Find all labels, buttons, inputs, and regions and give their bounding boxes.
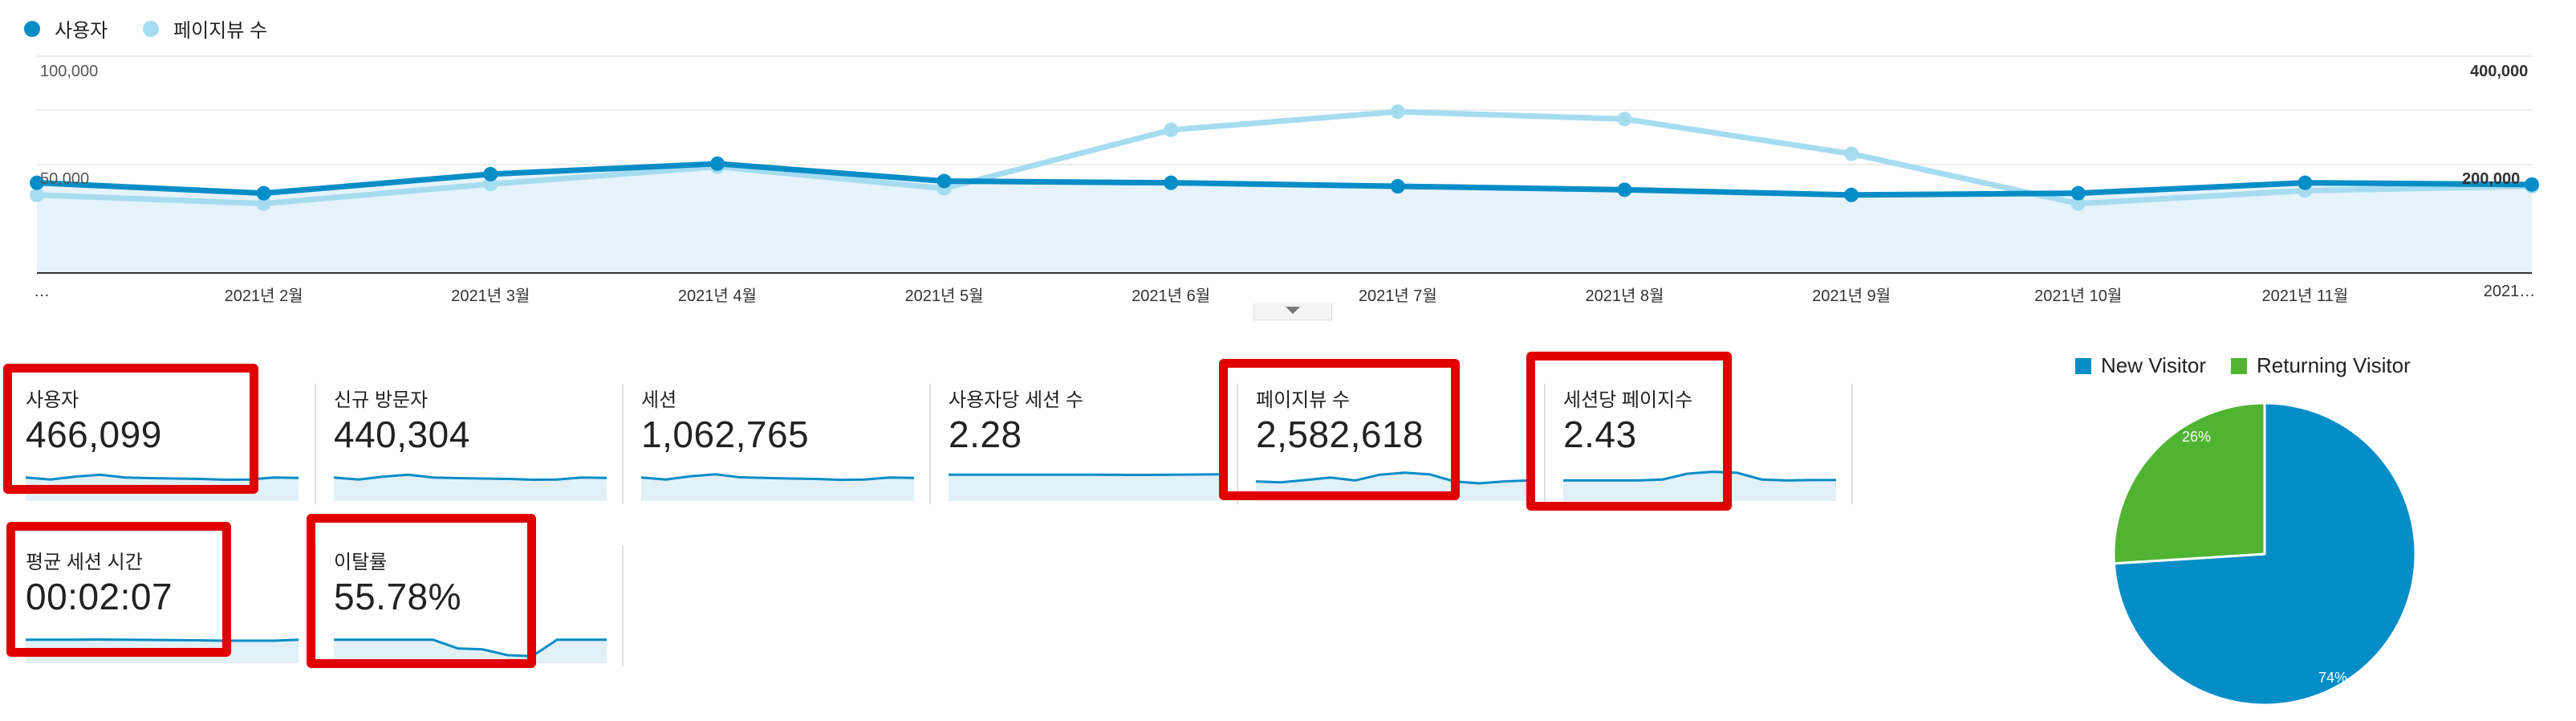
x-tick-label: … [34,283,50,300]
highlight-box-bounce-rate [307,514,536,668]
metric-sparkline [640,473,915,501]
metric-sparkline [333,473,607,501]
pie-slice [2112,401,2266,565]
returning-visitor-swatch [2231,357,2247,374]
highlight-box-pageviews [1219,359,1460,500]
pie-legend-new-label: New Visitor [2101,353,2207,377]
metric-value: 2.28 [949,413,1022,455]
metric-label: 사용자당 세션 수 [949,389,1083,411]
x-tick-label: 2021년 3월 [451,287,530,305]
users-point [256,185,271,201]
users-point [1617,182,1632,198]
users-point [937,173,952,189]
right-axis-tick-mid: 200,000 [2462,170,2521,188]
users-point [1164,175,1179,190]
chevron-down-icon [1286,307,1300,314]
pie-legend-returning[interactable]: Returning Visitor [2231,353,2411,378]
chart-collapse-handle[interactable] [1253,303,1332,320]
pie-legend-new[interactable]: New Visitor [2075,353,2206,378]
metric-value: 440,304 [334,413,470,455]
pageviews-point [1164,122,1179,137]
pie-slice-label: 74% [2318,670,2347,686]
metric-divider [315,384,316,504]
metric-label: 신규 방문자 [334,389,429,411]
metric-divider [622,546,624,666]
sparkline-area [949,474,1221,501]
right-axis-tick-top: 400,000 [2470,63,2529,80]
x-tick-label: 2021년 2월 [224,287,303,305]
x-tick-label: 2021년 9월 [1812,287,1891,305]
x-tick-label: 2021… [2483,283,2536,300]
metric-label: 세션 [641,389,677,411]
new-visitor-swatch [2075,357,2091,374]
x-tick-label: 2021년 6월 [1132,287,1211,305]
pageviews-point [1390,104,1405,120]
metric-value: 1,062,765 [641,413,810,455]
users-point [2298,175,2313,190]
x-tick-label: 2021년 5월 [904,287,984,305]
highlight-box-avg-session [6,522,231,657]
users-point [2525,177,2539,192]
metric-divider [1851,384,1853,504]
users-point [1390,179,1405,193]
highlight-box-pages-per-session [1526,352,1732,511]
users-pageviews-line-chart [30,55,2539,274]
x-tick-label: 2021년 7월 [1358,287,1437,305]
left-axis-tick-mid: 50,000 [40,170,90,188]
metric-divider [622,384,624,504]
users-point [2070,185,2086,201]
x-tick-label: 2021년 8월 [1585,287,1664,305]
users-point [1844,187,1859,202]
pageviews-point [1617,112,1632,127]
pageviews-point [1844,146,1859,161]
metric-sparkline [949,473,1222,501]
pie-slice-label: 26% [2182,429,2211,445]
users-point [709,156,725,171]
highlight-box-users [3,364,258,494]
x-tick-label: 2021년 4월 [677,287,757,305]
visitor-type-pie-chart: 74% 26% [2112,401,2417,707]
users-point [483,166,498,181]
metric-divider [929,384,931,504]
pie-legend-returning-label: Returning Visitor [2257,353,2411,377]
left-axis-tick-top: 100,000 [40,63,99,80]
x-tick-label: 2021년 11월 [2261,287,2349,305]
x-tick-label: 2021년 10월 [2034,287,2123,305]
